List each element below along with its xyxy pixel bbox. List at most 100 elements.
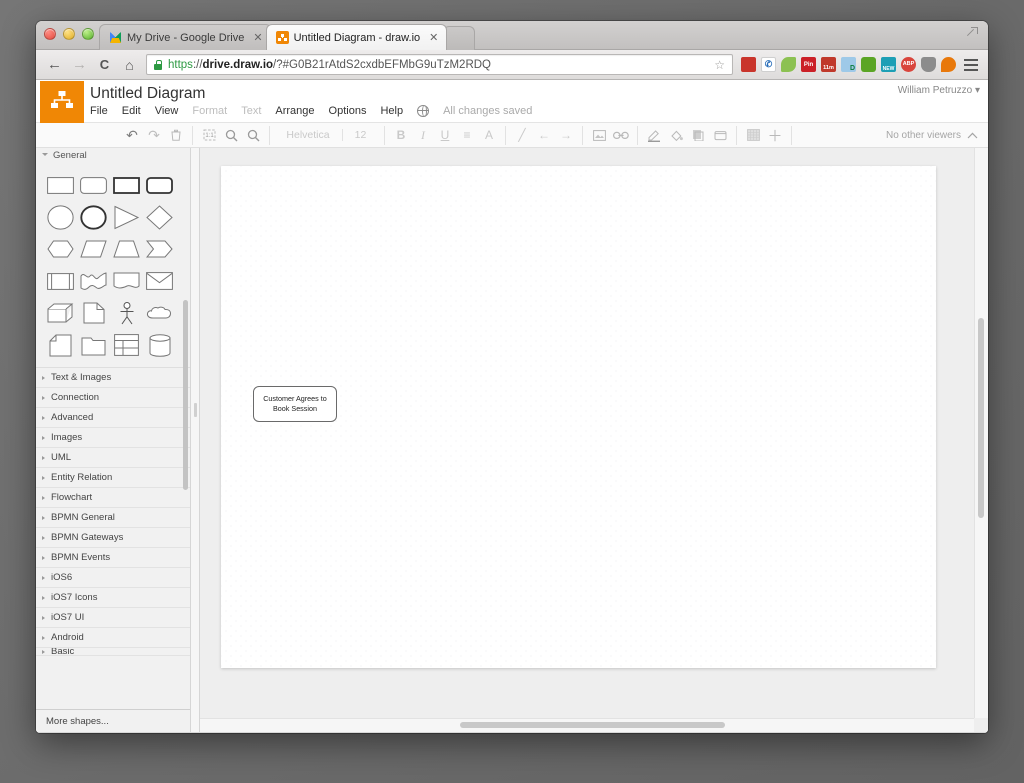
- sidebar-item-basic[interactable]: Basic: [36, 648, 190, 656]
- zoom-in-button[interactable]: [221, 126, 241, 145]
- sidebar-item-advanced[interactable]: Advanced: [36, 408, 190, 428]
- arrow-right-button[interactable]: →: [556, 126, 576, 145]
- shape-cloud[interactable]: [143, 297, 176, 329]
- shape-trapezoid[interactable]: [110, 233, 143, 265]
- diagram-page[interactable]: Customer Agrees to Book Session: [221, 166, 936, 668]
- sidebar-scrollbar-thumb[interactable]: [183, 300, 188, 490]
- shape-button[interactable]: [710, 126, 730, 145]
- sidebar-scrollbar[interactable]: [184, 150, 189, 707]
- shape-circle[interactable]: [44, 201, 77, 233]
- tab-close-icon[interactable]: ✕: [253, 31, 262, 44]
- shape-process[interactable]: [44, 265, 77, 297]
- back-button[interactable]: ←: [46, 56, 63, 73]
- sidebar-item-entity-relation[interactable]: Entity Relation: [36, 468, 190, 488]
- align-button[interactable]: ≡: [457, 126, 477, 145]
- font-size-select[interactable]: 12: [342, 129, 378, 141]
- sidebar-item-bpmn-gateways[interactable]: BPMN Gateways: [36, 528, 190, 548]
- globe-icon[interactable]: [417, 105, 429, 117]
- sidebar-item-images[interactable]: Images: [36, 428, 190, 448]
- italic-button[interactable]: I: [413, 126, 433, 145]
- fullscreen-icon[interactable]: [966, 27, 978, 39]
- shape-circle-bold[interactable]: [77, 201, 110, 233]
- menu-view[interactable]: View: [155, 105, 179, 117]
- fit-page-button[interactable]: 1:1: [199, 126, 219, 145]
- sidebar-item-text-images[interactable]: Text & Images: [36, 368, 190, 388]
- insert-link-icon[interactable]: [611, 126, 631, 145]
- shape-table[interactable]: [110, 329, 143, 361]
- new-extension-icon[interactable]: NEW: [881, 57, 896, 72]
- shape-wave[interactable]: [77, 265, 110, 297]
- pinterest-extension-icon[interactable]: Pin: [801, 57, 816, 72]
- menu-help[interactable]: Help: [380, 105, 403, 117]
- sidebar-item-bpmn-events[interactable]: BPMN Events: [36, 548, 190, 568]
- shape-rounded-rectangle-bold[interactable]: [143, 169, 176, 201]
- sidebar-item-ios7-icons[interactable]: iOS7 Icons: [36, 588, 190, 608]
- drawio-logo-icon[interactable]: [40, 81, 84, 123]
- shape-chevron-arrow[interactable]: [143, 233, 176, 265]
- shape-envelope[interactable]: [143, 265, 176, 297]
- canvas-vertical-scrollbar-thumb[interactable]: [978, 318, 984, 518]
- shape-hexagon[interactable]: [44, 233, 77, 265]
- canvas-vertical-scrollbar[interactable]: [974, 148, 988, 718]
- phone-extension-icon[interactable]: ✆: [761, 57, 776, 72]
- reload-button[interactable]: C: [96, 56, 113, 73]
- insert-image-icon[interactable]: [589, 126, 609, 145]
- shape-rounded-rectangle[interactable]: [77, 169, 110, 201]
- new-tab-button[interactable]: [443, 26, 475, 50]
- diagram-canvas[interactable]: Customer Agrees to Book Session: [200, 148, 988, 732]
- shape-cube[interactable]: [44, 297, 77, 329]
- redo-button[interactable]: ↷: [144, 126, 164, 145]
- canvas-horizontal-scrollbar-thumb[interactable]: [460, 722, 725, 728]
- leaf-extension-icon[interactable]: [781, 57, 796, 72]
- shape-triangle[interactable]: [110, 201, 143, 233]
- line-style-button[interactable]: ╱: [512, 126, 532, 145]
- shape-folder[interactable]: [77, 329, 110, 361]
- fill-color-button[interactable]: [666, 126, 686, 145]
- menu-arrange[interactable]: Arrange: [275, 105, 314, 117]
- hamburger-menu-icon[interactable]: [964, 59, 978, 71]
- font-family-select[interactable]: Helvetica: [276, 129, 340, 141]
- tab-close-icon[interactable]: ✕: [429, 31, 438, 44]
- forward-button[interactable]: →: [71, 56, 88, 73]
- maximize-window-button[interactable]: [82, 28, 94, 40]
- sidebar-item-ios7-ui[interactable]: iOS7 UI: [36, 608, 190, 628]
- zoom-out-button[interactable]: [243, 126, 263, 145]
- sidebar-item-uml[interactable]: UML: [36, 448, 190, 468]
- home-button[interactable]: ⌂: [121, 56, 138, 73]
- drive-extension-icon[interactable]: D: [841, 57, 856, 72]
- shape-diamond[interactable]: [143, 201, 176, 233]
- menu-options[interactable]: Options: [329, 105, 367, 117]
- grid-button[interactable]: [743, 126, 763, 145]
- sidebar-item-bpmn-general[interactable]: BPMN General: [36, 508, 190, 528]
- undo-button[interactable]: ↶: [122, 126, 142, 145]
- tab-drawio[interactable]: Untitled Diagram - draw.io ✕: [266, 24, 448, 50]
- close-window-button[interactable]: [44, 28, 56, 40]
- sidebar-item-ios6[interactable]: iOS6: [36, 568, 190, 588]
- menu-file[interactable]: File: [90, 105, 108, 117]
- line-color-button[interactable]: [644, 126, 664, 145]
- shape-actor[interactable]: [110, 297, 143, 329]
- delete-button[interactable]: [166, 126, 186, 145]
- canvas-horizontal-scrollbar[interactable]: [200, 718, 974, 732]
- diagram-node[interactable]: Customer Agrees to Book Session: [253, 386, 337, 422]
- more-shapes-button[interactable]: More shapes...: [36, 709, 190, 732]
- red-book-extension-icon[interactable]: [741, 57, 756, 72]
- shape-rectangle[interactable]: [44, 169, 77, 201]
- window-controls[interactable]: [44, 28, 94, 40]
- tab-google-drive[interactable]: My Drive - Google Drive ✕: [99, 24, 272, 50]
- address-bar[interactable]: https://drive.draw.io/?#G0B21rAtdS2cxdbE…: [146, 54, 733, 75]
- font-color-button[interactable]: A: [479, 126, 499, 145]
- shape-document[interactable]: [110, 265, 143, 297]
- menu-edit[interactable]: Edit: [122, 105, 141, 117]
- sidebar-splitter[interactable]: [191, 148, 200, 732]
- sidebar-item-connection[interactable]: Connection: [36, 388, 190, 408]
- add-button[interactable]: ＋: [765, 126, 785, 145]
- minimize-window-button[interactable]: [63, 28, 75, 40]
- pocket-extension-icon[interactable]: [921, 57, 936, 72]
- adblock-plus-extension-icon[interactable]: ABP: [901, 57, 916, 72]
- timer-extension-icon[interactable]: 11m: [821, 57, 836, 72]
- shape-note[interactable]: [44, 329, 77, 361]
- bookmark-star-icon[interactable]: ☆: [714, 58, 725, 72]
- shape-rectangle-bold[interactable]: [110, 169, 143, 201]
- shape-cylinder[interactable]: [143, 329, 176, 361]
